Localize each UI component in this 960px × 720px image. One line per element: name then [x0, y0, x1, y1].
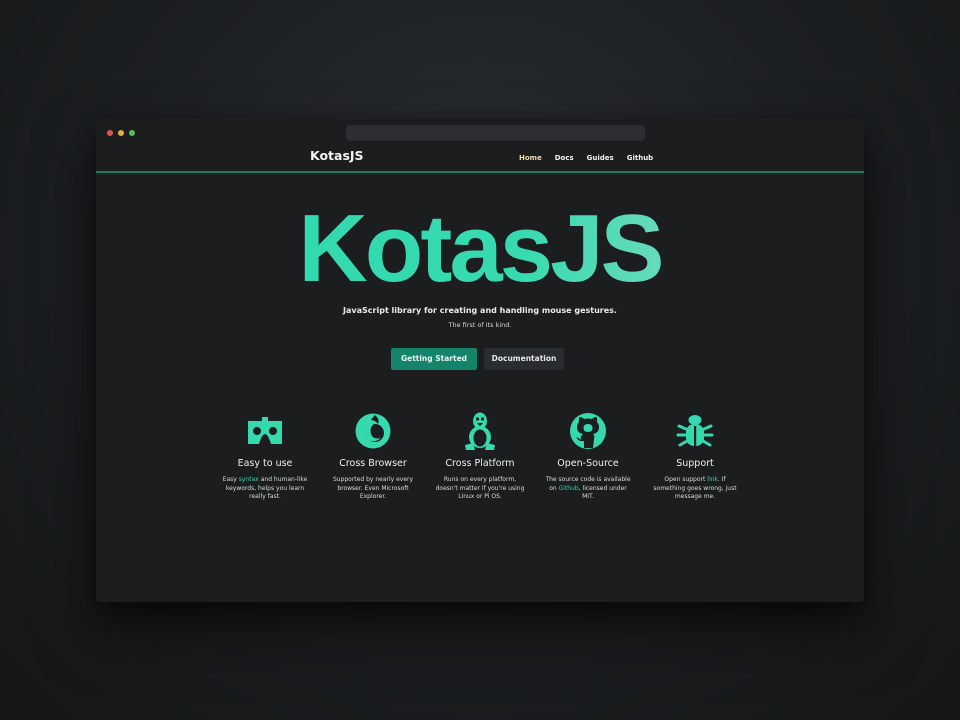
nav-docs[interactable]: Docs: [555, 154, 574, 162]
feature-desc-text: Runs on every platform, doesn't matter i…: [435, 476, 525, 500]
hero-tagline: JavaScript library for creating and hand…: [343, 306, 617, 315]
feature-desc-text: Easy: [222, 476, 239, 483]
feature-title: Cross Platform: [445, 458, 515, 469]
feature-cross-browser: Cross Browser Supported by nearly every …: [328, 412, 418, 502]
site-navbar: KotasJS Home Docs Guides Github: [96, 146, 864, 173]
brand-logo[interactable]: KotasJS: [310, 148, 364, 163]
feature-title: Cross Browser: [339, 458, 407, 469]
browser-window: KotasJS Home Docs Guides Github KotasJS …: [96, 118, 864, 602]
linux-tux-icon: [435, 412, 525, 450]
close-window-dot[interactable]: [107, 130, 113, 136]
firefox-browser-icon: [328, 412, 418, 450]
documentation-button[interactable]: Documentation: [484, 348, 564, 370]
feature-desc-text: Supported by nearly every browser. Even …: [332, 476, 414, 500]
hero-title: KotasJS: [96, 201, 864, 297]
maximize-window-dot[interactable]: [129, 130, 135, 136]
feature-title: Support: [676, 458, 714, 469]
bug-icon: [650, 412, 740, 450]
feature-title: Easy to use: [237, 458, 293, 469]
feature-description: Easy syntax and human-like keywords, hel…: [220, 476, 310, 502]
hero-subtagline: The first of its kind.: [448, 321, 512, 329]
feature-cross-platform: Cross Platform Runs on every platform, d…: [435, 412, 525, 502]
feature-support: Support Open support link. If something …: [650, 412, 740, 502]
nav-home[interactable]: Home: [519, 154, 542, 162]
vr-cardboard-icon: [220, 412, 310, 450]
github-icon: [543, 412, 633, 450]
github-link[interactable]: Github: [559, 485, 579, 492]
feature-description: The source code is available on Github, …: [543, 476, 633, 502]
feature-easy-to-use: Easy to use Easy syntax and human-like k…: [220, 412, 310, 502]
minimize-window-dot[interactable]: [118, 130, 124, 136]
feature-desc-text: , licensed under MIT.: [578, 484, 627, 501]
feature-open-source: Open-Source The source code is available…: [543, 412, 633, 502]
feature-title: Open-Source: [557, 458, 619, 469]
address-bar[interactable]: [346, 125, 645, 141]
feature-desc-text: Open support: [664, 476, 708, 483]
nav-github[interactable]: Github: [627, 154, 653, 162]
features-section: Easy to use Easy syntax and human-like k…: [96, 412, 864, 522]
getting-started-button[interactable]: Getting Started: [391, 348, 477, 370]
nav-links: Home Docs Guides Github: [519, 154, 653, 162]
browser-titlebar: [96, 118, 864, 146]
feature-description: Supported by nearly every browser. Even …: [328, 476, 418, 502]
support-link[interactable]: link: [707, 476, 718, 483]
window-controls: [107, 130, 135, 136]
feature-description: Runs on every platform, doesn't matter i…: [435, 476, 525, 502]
nav-guides[interactable]: Guides: [587, 154, 614, 162]
syntax-link[interactable]: syntax: [239, 476, 259, 483]
feature-description: Open support link. If something goes wro…: [650, 476, 740, 502]
